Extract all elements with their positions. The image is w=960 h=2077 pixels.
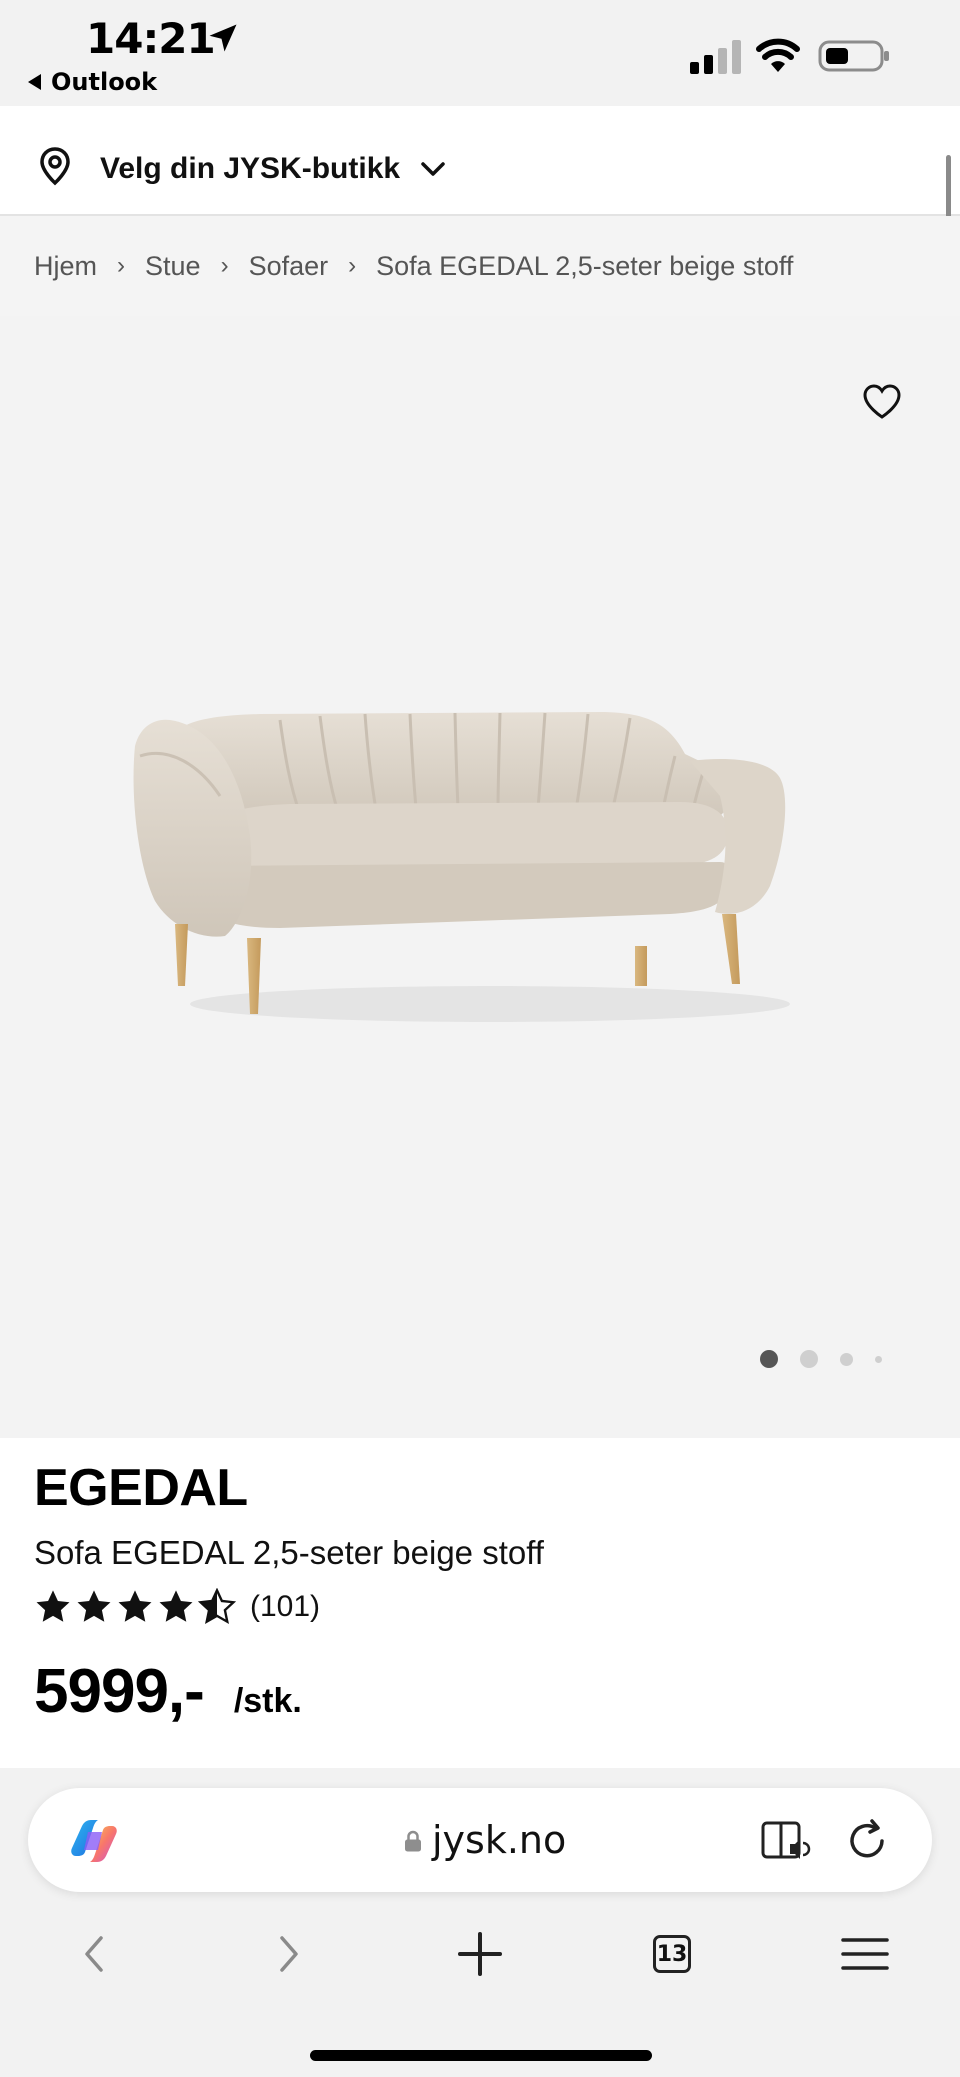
home-indicator[interactable] — [310, 2050, 652, 2061]
address-bar[interactable]: jysk.no — [28, 1788, 932, 1892]
breadcrumb-item-stue[interactable]: Stue — [145, 251, 201, 282]
price-unit: /stk. — [233, 1682, 302, 1720]
gallery-dot-4[interactable] — [875, 1355, 882, 1363]
menu-hamburger-icon[interactable] — [835, 1924, 895, 1984]
back-app-label: Outlook — [51, 68, 158, 96]
store-selector-label: Velg din JYSK-butikk — [100, 152, 401, 185]
map-pin-icon — [40, 147, 70, 186]
back-triangle-icon — [28, 74, 41, 90]
star-icon — [159, 1590, 193, 1622]
gallery-dot-3[interactable] — [840, 1352, 853, 1366]
wifi-icon — [756, 38, 800, 72]
price-value: 5999,- — [34, 1657, 205, 1726]
breadcrumb-item-home[interactable]: Hjem — [34, 251, 97, 282]
chevron-right-icon: › — [117, 252, 126, 279]
rating-stars — [34, 1588, 236, 1626]
browser-chrome: jysk.no 13 — [0, 1768, 960, 2077]
url-text[interactable]: jysk.no — [432, 1818, 566, 1862]
product-info: EGEDAL Sofa EGEDAL 2,5-seter beige stoff… — [0, 1438, 960, 1768]
status-time: 14:21 — [86, 14, 216, 63]
product-price: 5999,- /stk. — [34, 1656, 302, 1727]
breadcrumb: Hjem › Stue › Sofaer › Sofa EGEDAL 2,5-s… — [0, 216, 960, 316]
product-brand: EGEDAL — [34, 1459, 248, 1517]
product-rating[interactable]: (101) — [34, 1588, 320, 1626]
heart-icon[interactable] — [862, 384, 902, 420]
gallery-pagination[interactable] — [760, 1350, 882, 1368]
reader-mode-icon[interactable] — [760, 1818, 812, 1864]
new-tab-plus-icon[interactable] — [450, 1924, 510, 1984]
star-icon — [118, 1590, 152, 1622]
tabs-button[interactable]: 13 — [642, 1924, 702, 1984]
reload-icon[interactable] — [844, 1818, 890, 1864]
star-half-icon — [198, 1588, 236, 1625]
cellular-signal-icon — [690, 40, 741, 74]
gallery-dot-1[interactable] — [760, 1350, 778, 1368]
breadcrumb-item-current: Sofa EGEDAL 2,5-seter beige stoff — [376, 250, 794, 281]
copilot-icon[interactable] — [68, 1816, 120, 1866]
product-title: Sofa EGEDAL 2,5-seter beige stoff — [34, 1534, 544, 1571]
star-icon — [77, 1590, 111, 1622]
chevron-right-icon: › — [220, 252, 229, 279]
product-image-gallery[interactable] — [0, 316, 960, 1438]
gallery-dot-2[interactable] — [800, 1350, 818, 1368]
lock-icon — [405, 1830, 421, 1852]
tab-count: 13 — [656, 1941, 688, 1967]
forward-arrow-icon[interactable] — [258, 1924, 318, 1984]
chevron-right-icon: › — [348, 252, 357, 279]
ios-status-bar: 14:21 Outlook — [0, 0, 960, 106]
sofa-product-image — [133, 712, 790, 1022]
star-icon — [36, 1590, 70, 1622]
store-selector[interactable]: Velg din JYSK-butikk — [0, 106, 960, 216]
location-arrow-icon — [209, 24, 237, 52]
review-count[interactable]: (101) — [250, 1590, 320, 1624]
browser-toolbar: 13 — [0, 1918, 960, 1998]
chevron-down-icon — [421, 162, 445, 176]
back-to-app-button[interactable]: Outlook — [28, 68, 157, 96]
breadcrumb-item-sofaer[interactable]: Sofaer — [249, 251, 329, 282]
battery-icon — [818, 40, 889, 72]
back-arrow-icon[interactable] — [65, 1924, 125, 1984]
